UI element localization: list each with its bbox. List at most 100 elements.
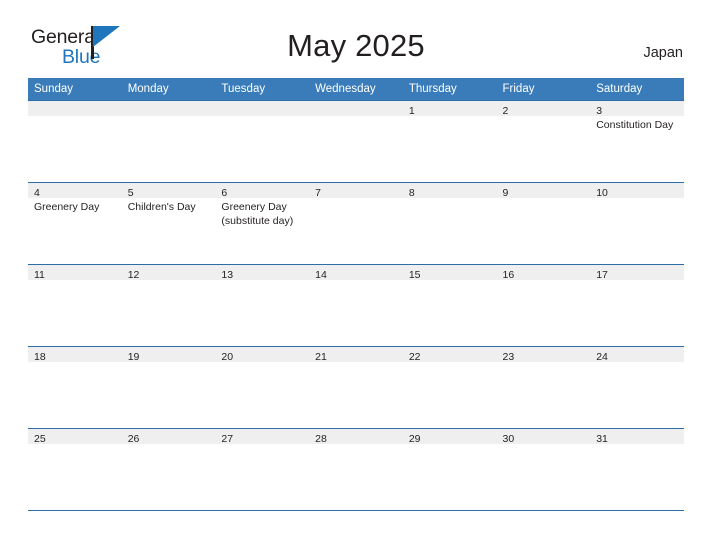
calendar-day-cell[interactable]: 29 — [402, 428, 497, 510]
day-number: 27 — [215, 429, 310, 445]
calendar-day-cell[interactable]: 9 — [496, 182, 591, 264]
calendar-day-cell[interactable]: 18 — [28, 346, 122, 428]
calendar-day-cell[interactable]: 3 Constitution Day — [590, 100, 684, 182]
calendar-day-cell[interactable]: 22 — [402, 346, 497, 428]
calendar-day-cell[interactable]: 17 — [590, 264, 684, 346]
day-cell-inner: 25 — [28, 428, 122, 510]
calendar-day-cell[interactable]: 10 — [590, 182, 684, 264]
calendar-page: General Blue May 2025 Japan Sunday Monday… — [0, 0, 712, 550]
calendar-week-row: 11 12 13 14 15 16 17 — [28, 264, 684, 346]
calendar-day-cell[interactable]: 13 — [215, 264, 310, 346]
calendar-day-cell[interactable]: 20 — [215, 346, 310, 428]
day-number: 26 — [121, 429, 216, 445]
calendar-day-cell[interactable]: 14 — [309, 264, 403, 346]
day-cell-inner: 29 — [402, 428, 497, 510]
day-number: 15 — [402, 265, 497, 281]
calendar-week-row: 18 19 20 21 22 23 24 — [28, 346, 684, 428]
day-number: 16 — [496, 265, 591, 281]
weekday-header-thursday: Thursday — [402, 78, 497, 100]
holiday-label: Constitution Day — [590, 116, 684, 133]
day-cell-inner: 18 — [28, 346, 122, 428]
weekday-header-saturday: Saturday — [590, 78, 684, 100]
day-cell-inner: 21 — [309, 346, 403, 428]
day-number: 21 — [309, 347, 403, 363]
calendar-header-row: Sunday Monday Tuesday Wednesday Thursday Frid… — [28, 78, 684, 100]
day-cell-inner: 19 — [121, 346, 216, 428]
day-number — [28, 101, 122, 116]
day-cell-inner: 8 — [402, 182, 497, 264]
day-cell-inner — [28, 100, 122, 182]
holiday-label: Children's Day — [122, 198, 216, 215]
calendar-day-cell[interactable]: 24 — [590, 346, 684, 428]
calendar-day-cell[interactable]: 30 — [496, 428, 591, 510]
weekday-header-monday: Monday — [121, 78, 216, 100]
holiday-line: (substitute day) — [221, 214, 294, 227]
holiday-label: Greenery Day — [28, 198, 122, 215]
day-number — [309, 101, 403, 116]
day-number — [215, 101, 310, 116]
day-cell-inner: 23 — [496, 346, 591, 428]
day-number: 24 — [590, 347, 684, 363]
calendar-day-cell[interactable]: 26 — [121, 428, 216, 510]
day-number: 22 — [402, 347, 497, 363]
day-number: 25 — [28, 429, 122, 445]
day-cell-inner: 15 — [402, 264, 497, 346]
day-cell-inner — [309, 100, 403, 182]
weekday-header-sunday: Sunday — [28, 78, 122, 100]
holiday-line: Greenery Day — [221, 201, 287, 213]
day-number: 29 — [402, 429, 497, 445]
day-cell-inner: 28 — [309, 428, 403, 510]
calendar-empty-cell — [28, 100, 122, 182]
calendar-bottom-rule — [28, 510, 684, 511]
day-number: 30 — [496, 429, 591, 445]
calendar-day-cell[interactable]: 15 — [402, 264, 497, 346]
weekday-header-friday: Friday — [496, 78, 591, 100]
day-cell-inner: 10 — [590, 182, 684, 264]
day-cell-inner: 12 — [121, 264, 216, 346]
page-header: General Blue May 2025 Japan — [0, 0, 712, 76]
day-number: 14 — [309, 265, 403, 281]
calendar-day-cell[interactable]: 25 — [28, 428, 122, 510]
day-number: 23 — [496, 347, 591, 363]
day-number: 2 — [496, 101, 591, 117]
day-number: 12 — [121, 265, 216, 281]
day-number: 17 — [590, 265, 684, 281]
day-number: 19 — [121, 347, 216, 363]
day-cell-inner: 13 — [215, 264, 310, 346]
day-cell-inner: 31 — [590, 428, 684, 510]
calendar-table: Sunday Monday Tuesday Wednesday Thursday Frid… — [28, 78, 684, 510]
calendar-day-cell[interactable]: 4 Greenery Day — [28, 182, 122, 264]
calendar-empty-cell — [121, 100, 216, 182]
calendar-day-cell[interactable]: 6 Greenery Day (substitute day) — [215, 182, 310, 264]
day-number: 28 — [309, 429, 403, 445]
calendar-day-cell[interactable]: 31 — [590, 428, 684, 510]
calendar-body: 1 2 3 Constitution Day 4 Greenery Day 5 Childre… — [28, 100, 684, 510]
calendar-day-cell[interactable]: 2 — [496, 100, 591, 182]
holiday-line: Constitution Day — [596, 119, 674, 131]
day-number: 5 — [121, 183, 216, 199]
day-number: 4 — [28, 183, 122, 199]
day-cell-inner: 30 — [496, 428, 591, 510]
day-cell-inner: 11 — [28, 264, 122, 346]
day-number: 9 — [496, 183, 591, 199]
calendar-day-cell[interactable]: 11 — [28, 264, 122, 346]
day-number: 20 — [215, 347, 310, 363]
day-number: 13 — [215, 265, 310, 281]
calendar-day-cell[interactable]: 28 — [309, 428, 403, 510]
day-number: 11 — [28, 265, 122, 281]
calendar-day-cell[interactable]: 16 — [496, 264, 591, 346]
calendar-day-cell[interactable]: 27 — [215, 428, 310, 510]
weekday-header-wednesday: Wednesday — [309, 78, 403, 100]
calendar-day-cell[interactable]: 21 — [309, 346, 403, 428]
calendar-day-cell[interactable]: 1 — [402, 100, 497, 182]
day-cell-inner: 24 — [590, 346, 684, 428]
calendar-day-cell[interactable]: 19 — [121, 346, 216, 428]
calendar-day-cell[interactable]: 12 — [121, 264, 216, 346]
calendar-day-cell[interactable]: 23 — [496, 346, 591, 428]
calendar-day-cell[interactable]: 7 — [309, 182, 403, 264]
day-cell-inner: 6 Greenery Day (substitute day) — [215, 182, 310, 264]
calendar-day-cell[interactable]: 8 — [402, 182, 497, 264]
day-cell-inner: 16 — [496, 264, 591, 346]
calendar-day-cell[interactable]: 5 Children's Day — [121, 182, 216, 264]
calendar-grid: Sunday Monday Tuesday Wednesday Thursday Frid… — [28, 78, 684, 511]
